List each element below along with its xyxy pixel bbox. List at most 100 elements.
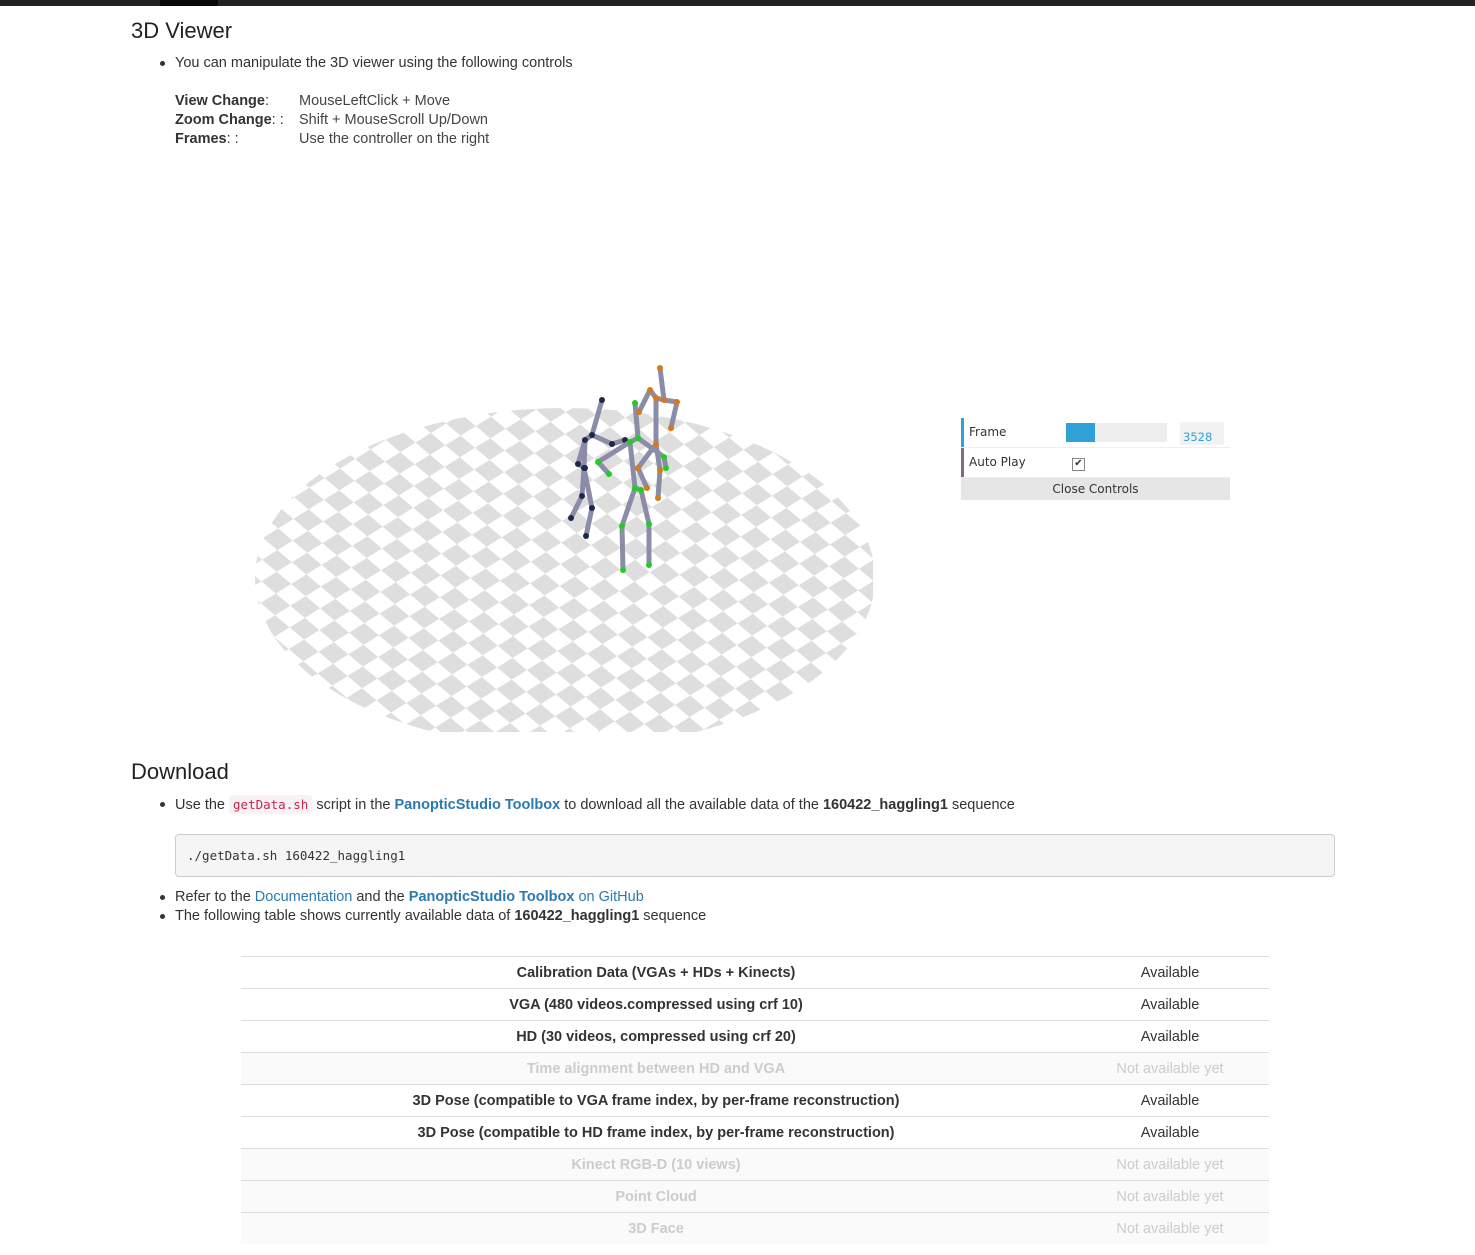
skeleton-joint — [635, 435, 641, 441]
status-cell: Available — [1071, 1020, 1269, 1053]
data-type-cell: 3D Pose (compatible to HD frame index, b… — [241, 1116, 1071, 1149]
data-type-cell: Time alignment between HD and VGA — [241, 1052, 1071, 1085]
data-type-cell: 3D Face — [241, 1212, 1071, 1244]
skeleton-joint — [663, 465, 669, 471]
navbar-active-tab[interactable] — [160, 0, 218, 6]
data-type-cell: Point Cloud — [241, 1180, 1071, 1213]
control-value: MouseLeftClick + Move — [299, 93, 451, 109]
documentation-link[interactable]: Documentation — [255, 889, 353, 905]
skeleton-joint — [657, 365, 663, 371]
skeleton-joint — [632, 400, 638, 406]
top-navbar — [0, 0, 1475, 6]
data-type-cell: VGA (480 videos.compressed using crf 10) — [241, 988, 1071, 1021]
skeleton-joint — [646, 521, 652, 527]
skeleton-joint — [582, 437, 588, 443]
skeleton-bone — [632, 400, 641, 441]
status-cell: Not available yet — [1071, 1180, 1269, 1213]
viewer-controls-panel: Frame 3528 Auto Play ✔ Close Controls — [961, 418, 1230, 500]
command-code-block[interactable]: ./getData.sh 160422_haggling1 — [175, 834, 1335, 877]
skeleton-joint — [668, 425, 674, 431]
skeleton-joint — [627, 439, 633, 445]
status-cell: Available — [1071, 988, 1269, 1021]
status-cell: Not available yet — [1071, 1052, 1269, 1085]
skeleton-joint — [606, 471, 612, 477]
data-type-cell: Kinect RGB-D (10 views) — [241, 1148, 1071, 1181]
skeleton-bone — [655, 467, 663, 501]
viewer-heading: 3D Viewer — [131, 18, 233, 43]
skeleton-joint — [653, 395, 659, 401]
data-type-cell: HD (30 videos, compressed using crf 20) — [241, 1020, 1071, 1053]
skeleton-bone — [657, 365, 667, 403]
frame-slider[interactable] — [1066, 423, 1167, 442]
skeleton-joint — [635, 465, 641, 471]
skeleton-bone — [636, 387, 653, 415]
skeleton-joint — [674, 399, 680, 405]
status-cell: Available — [1071, 956, 1269, 989]
table-row: Point Cloud Not available yet — [241, 1180, 1269, 1213]
table-row: Calibration Data (VGAs + HDs + Kinects) A… — [241, 956, 1269, 989]
autoplay-label: Auto Play — [969, 455, 1026, 469]
skeleton-joint — [661, 454, 667, 460]
data-type-cell: 3D Pose (compatible to VGA frame index, … — [241, 1084, 1071, 1117]
skeleton-joint — [638, 487, 644, 493]
status-cell: Available — [1071, 1084, 1269, 1117]
3d-scene[interactable] — [240, 340, 900, 732]
status-cell: Not available yet — [1071, 1148, 1269, 1181]
availability-table: Calibration Data (VGAs + HDs + Kinects) A… — [241, 956, 1269, 1244]
frame-row-accent — [961, 418, 964, 447]
control-key: View Change — [175, 93, 265, 109]
skeleton-joint — [661, 397, 667, 403]
table-row: Kinect RGB-D (10 views) Not available yet — [241, 1148, 1269, 1181]
table-row: Time alignment between HD and VGA Not ava… — [241, 1052, 1269, 1085]
skeleton-joint — [579, 493, 585, 499]
sequence-name: 160422_haggling1 — [822, 797, 948, 813]
skeleton-joint — [575, 461, 581, 467]
skeleton-joint — [632, 485, 638, 491]
skeleton-joint — [589, 505, 595, 511]
sequence-name: 160422_haggling1 — [514, 908, 640, 924]
autoplay-row-accent — [961, 448, 964, 477]
download-heading: Download — [131, 759, 229, 784]
autoplay-control-row: Auto Play ✔ — [961, 448, 1230, 478]
checkerboard-floor — [255, 408, 873, 732]
skeleton-joint — [655, 495, 661, 501]
status-cell: Not available yet — [1071, 1212, 1269, 1244]
table-row: VGA (480 videos.compressed using crf 10)… — [241, 988, 1269, 1021]
toolbox-link[interactable]: PanopticStudio Toolbox — [395, 797, 561, 813]
table-intro-line: The following table shows currently avai… — [159, 908, 707, 924]
table-row: 3D Pose (compatible to HD frame index, b… — [241, 1116, 1269, 1149]
table-row: 3D Face Not available yet — [241, 1212, 1269, 1244]
viewer-intro: You can manipulate the 3D viewer using t… — [160, 55, 573, 71]
skeleton-joint — [599, 397, 605, 403]
frame-slider-fill — [1066, 423, 1096, 442]
table-row: HD (30 videos, compressed using crf 20) A… — [241, 1020, 1269, 1053]
close-controls-button[interactable]: Close Controls — [961, 478, 1230, 500]
skeleton-joint — [581, 465, 587, 471]
data-type-cell: Calibration Data (VGAs + HDs + Kinects) — [241, 956, 1071, 989]
skeleton-joint — [595, 459, 601, 465]
frame-control-row: Frame 3528 — [961, 418, 1230, 448]
status-cell: Available — [1071, 1116, 1269, 1149]
skeleton-joint — [636, 409, 642, 415]
skeleton-joint — [657, 467, 663, 473]
control-value: Use the controller on the right — [299, 131, 490, 147]
control-key: Frames — [175, 131, 227, 147]
skeleton-joint — [609, 441, 615, 447]
3d-viewer-canvas[interactable] — [240, 340, 900, 732]
frame-number-input[interactable]: 3528 — [1180, 422, 1224, 445]
skeleton-joint — [589, 432, 595, 438]
skeleton-joint — [620, 567, 626, 573]
table-row: 3D Pose (compatible to VGA frame index, … — [241, 1084, 1269, 1117]
skeleton-joint — [644, 485, 650, 491]
skeleton-bone — [581, 437, 588, 471]
autoplay-checkbox[interactable]: ✔ — [1072, 458, 1085, 471]
skeleton-bone — [619, 523, 626, 573]
script-name-code: getData.sh — [229, 795, 313, 814]
skeleton-joint — [646, 562, 652, 568]
toolbox-github-link[interactable]: PanopticStudio Toolbox on GitHub — [409, 889, 644, 905]
skeleton-joint — [647, 387, 653, 393]
skeleton-joint — [568, 515, 574, 521]
frame-label: Frame — [969, 425, 1007, 439]
control-key: Zoom Change — [175, 112, 272, 128]
skeleton-joint — [619, 523, 625, 529]
